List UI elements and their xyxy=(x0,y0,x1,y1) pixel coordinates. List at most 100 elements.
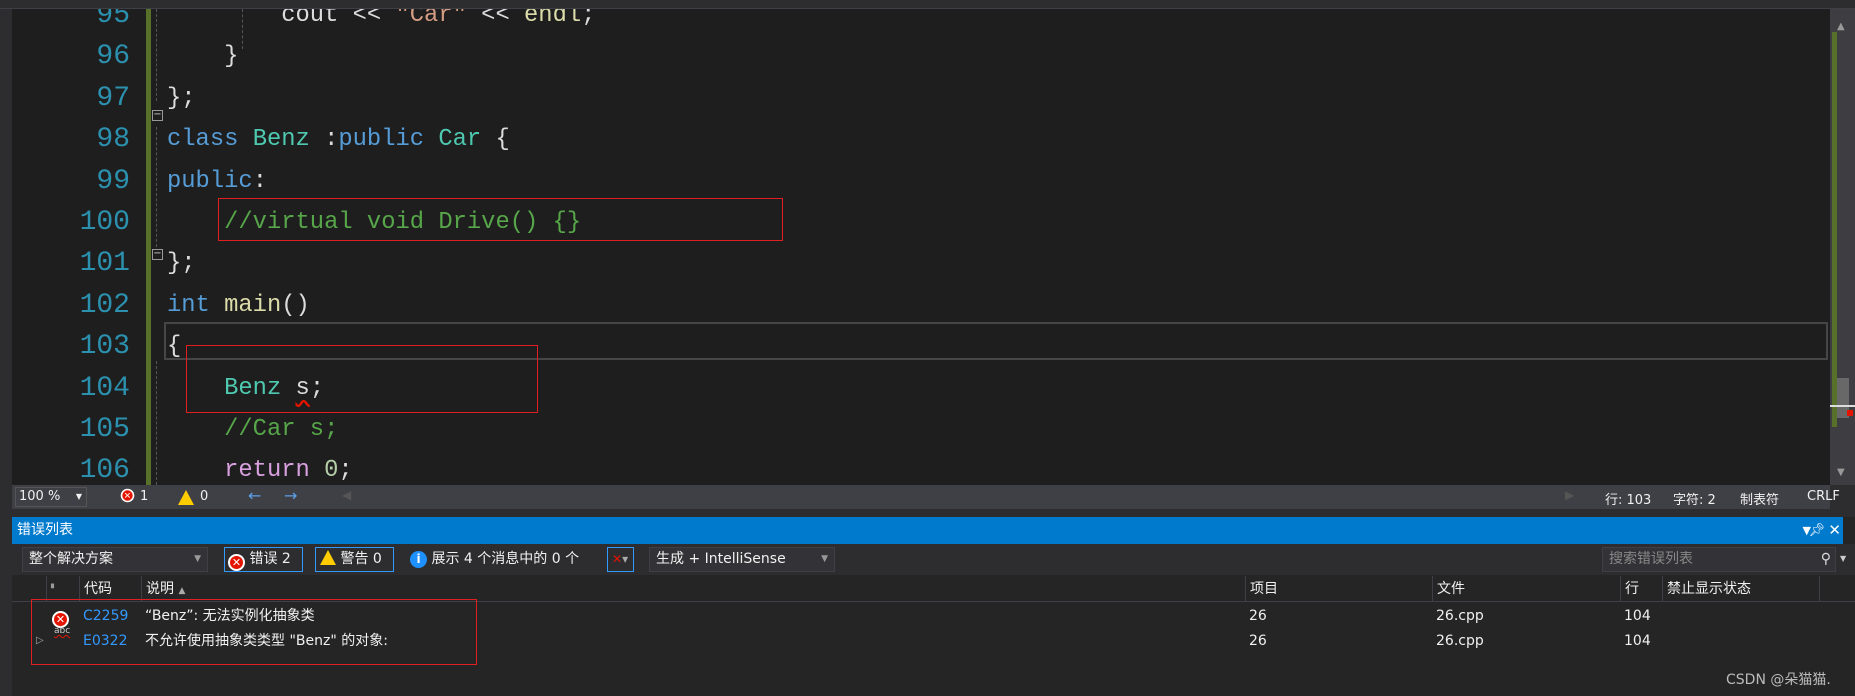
error-marker xyxy=(1847,410,1853,416)
chevron-down-icon: ▼ xyxy=(75,492,82,501)
navigation-bar xyxy=(0,0,1855,9)
code-token: "Car" xyxy=(395,9,467,29)
code-token: public xyxy=(338,126,439,154)
scope-dropdown[interactable]: 整个解决方案 ▼ xyxy=(22,547,208,572)
column-label: 行 xyxy=(1625,581,1639,597)
error-icon[interactable]: ✕ xyxy=(120,488,135,503)
line-number: 101 xyxy=(79,248,130,280)
code-token: << xyxy=(466,9,525,29)
line-number: 96 xyxy=(96,41,130,73)
column-label: 代码 xyxy=(84,581,112,597)
code-token: { xyxy=(167,333,182,361)
code-token: ; xyxy=(338,457,353,485)
warnings-filter-button[interactable]: 警告 0 xyxy=(315,547,394,572)
code-editor[interactable]: 95 cout << "Car" << endl; 96 } 97}; 98 class… xyxy=(12,9,1830,485)
column-label: 说明 xyxy=(146,581,174,597)
pin-icon[interactable]: 📌︎ xyxy=(1808,517,1825,544)
code-line[interactable]: { xyxy=(167,326,181,367)
error-list-titlebar: 错误列表 ▼ 📌︎ ✕ xyxy=(12,517,1843,544)
column-project[interactable]: 项目 xyxy=(1245,576,1432,602)
search-options-icon[interactable]: ▼ xyxy=(1840,554,1846,563)
errors-filter-button[interactable]: ✕ 错误 2 xyxy=(224,547,303,572)
code-line[interactable]: int main() xyxy=(167,285,310,326)
zoom-dropdown[interactable]: 100 % ▼ xyxy=(15,487,87,507)
line-number: 100 xyxy=(79,207,130,238)
code-line[interactable]: cout << "Car" << endl; xyxy=(167,9,595,36)
code-token: class xyxy=(167,126,253,154)
scroll-up-icon[interactable]: ▲ xyxy=(1837,21,1845,32)
caret-marker xyxy=(1830,405,1855,407)
error-count[interactable]: 1 xyxy=(140,489,148,504)
code-line[interactable]: class Benz :public Car { xyxy=(167,119,510,160)
collapse-icon[interactable]: − xyxy=(152,249,163,260)
column-label: 项目 xyxy=(1250,581,1278,597)
code-token: ; xyxy=(581,9,596,29)
warnings-filter-label: 警告 0 xyxy=(340,551,382,567)
warning-icon xyxy=(320,550,336,565)
error-project: 26 xyxy=(1249,608,1267,624)
messages-filter-label: 展示 4 个消息中的 0 个 xyxy=(431,551,580,567)
code-token: Benz xyxy=(252,126,325,154)
code-token: : xyxy=(252,167,267,195)
line-number: 104 xyxy=(79,372,130,404)
filter-icon[interactable]: ✕▾ xyxy=(607,547,634,572)
search-placeholder: 搜索错误列表 xyxy=(1609,551,1693,567)
code-line[interactable]: }; xyxy=(167,78,196,119)
code-line[interactable]: }; xyxy=(167,243,196,284)
column-suppression-state[interactable]: 禁止显示状态 xyxy=(1662,576,1820,602)
messages-filter-button[interactable]: i 展示 4 个消息中的 0 个 xyxy=(406,547,608,572)
close-icon[interactable]: ✕ xyxy=(1828,517,1841,544)
code-line[interactable]: } xyxy=(167,36,238,77)
code-token: () xyxy=(281,291,310,319)
code-token: return xyxy=(224,457,325,485)
tabs-indicator[interactable]: 制表符 xyxy=(1740,489,1779,508)
scroll-down-icon[interactable]: ▼ xyxy=(1837,467,1845,478)
char-indicator: 字符: 2 xyxy=(1673,493,1716,508)
code-token: cout xyxy=(281,9,353,29)
column-file[interactable]: 文件 xyxy=(1432,576,1620,602)
scroll-left-icon[interactable]: ◀ xyxy=(342,488,351,502)
zoom-value: 100 % xyxy=(19,489,61,504)
code-token: : xyxy=(324,126,339,154)
build-source-value: 生成 + IntelliSense xyxy=(656,551,786,567)
code-token: main xyxy=(224,291,282,319)
indent-guide xyxy=(156,127,157,247)
line-number: 103 xyxy=(79,331,130,363)
error-list-panel: 错误列表 ▼ 📌︎ ✕ 整个解决方案 ▼ ✕ 错误 2 警告 0 i 展示 4 个… xyxy=(12,517,1855,696)
change-map xyxy=(1832,32,1837,427)
code-token: int xyxy=(167,291,225,319)
line-number: 106 xyxy=(79,455,130,485)
line-indicator: 行: 103 xyxy=(1605,493,1652,508)
highlight-box xyxy=(31,599,477,665)
code-line[interactable]: return 0; xyxy=(167,450,353,485)
code-token: << xyxy=(352,9,396,29)
chevron-down-icon: ▼ xyxy=(821,554,828,564)
next-issue-icon[interactable]: → xyxy=(284,486,297,505)
line-ending-indicator[interactable]: CRLF xyxy=(1807,489,1840,504)
previous-issue-icon[interactable]: ← xyxy=(248,486,261,505)
collapse-icon[interactable]: − xyxy=(152,110,163,121)
code-token: }; xyxy=(167,250,196,278)
code-line[interactable]: public: xyxy=(167,161,267,202)
search-icon[interactable]: ⚲ xyxy=(1821,548,1831,571)
code-line[interactable]: //Car s; xyxy=(167,409,338,450)
info-icon: i xyxy=(410,551,427,568)
indent-guide xyxy=(156,361,157,485)
search-input[interactable]: 搜索错误列表 ⚲ xyxy=(1602,547,1836,572)
panel-title: 错误列表 xyxy=(17,522,73,538)
code-token: //Car s; xyxy=(224,416,339,443)
vertical-scrollbar[interactable]: ▲ ▼ xyxy=(1830,9,1855,485)
watermark: CSDN @朵猫猫. xyxy=(1726,672,1831,688)
line-number: 95 xyxy=(96,9,130,31)
build-source-dropdown[interactable]: 生成 + IntelliSense ▼ xyxy=(649,547,835,572)
code-token: }; xyxy=(167,84,196,112)
column-line[interactable]: 行 xyxy=(1620,576,1662,602)
line-number: 97 xyxy=(96,82,130,114)
warning-icon[interactable] xyxy=(178,490,194,509)
warning-count[interactable]: 0 xyxy=(200,489,208,504)
scroll-right-icon[interactable]: ▶ xyxy=(1565,488,1574,502)
errors-filter-label: 错误 2 xyxy=(249,551,291,567)
